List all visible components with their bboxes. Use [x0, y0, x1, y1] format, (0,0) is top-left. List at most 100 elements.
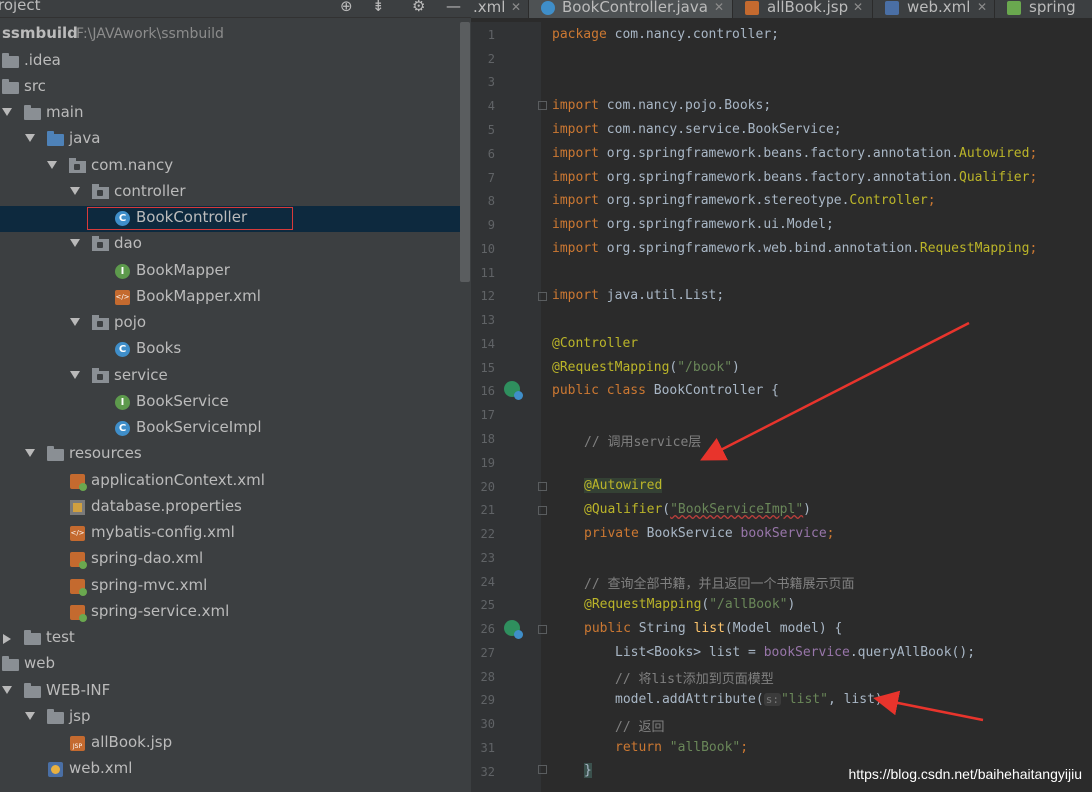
package-icon [92, 368, 109, 383]
tree-item-controller[interactable]: controller [0, 180, 460, 206]
tree-label: pojo [114, 313, 147, 331]
tree-label: BookServiceImpl [136, 418, 262, 436]
xml-file-icon: </> [115, 290, 130, 305]
tree-item-applicationcontext[interactable]: applicationContext.xml [0, 469, 460, 495]
tree-item-service[interactable]: service [0, 364, 460, 390]
tree-label: jsp [69, 707, 91, 725]
tree-item-web-xml[interactable]: web.xml [0, 757, 460, 783]
project-panel: roject ⊕ ⇟ ⚙ — ssmbuild F:\JAVAwork\ssmb… [0, 0, 471, 792]
tree-item-spring-dao[interactable]: spring-dao.xml [0, 547, 460, 573]
folder-icon [2, 53, 19, 68]
tree-item-jsp[interactable]: jsp [0, 705, 460, 731]
tree-label: service [114, 366, 168, 384]
chevron-down-icon[interactable] [70, 187, 80, 195]
tree-item-bookservice[interactable]: I BookService [0, 390, 460, 416]
folder-icon [24, 630, 41, 645]
folder-icon [24, 105, 41, 120]
selection-highlight-box [87, 207, 293, 230]
tree-item-dao[interactable]: dao [0, 232, 460, 258]
spring-xml-icon [70, 579, 87, 596]
chevron-down-icon[interactable] [47, 161, 57, 169]
tree-label: BookMapper.xml [136, 287, 261, 305]
tree-item-mybatis-config[interactable]: </> mybatis-config.xml [0, 521, 460, 547]
tree-label: dao [114, 234, 142, 252]
tree-item-books[interactable]: C Books [0, 337, 460, 363]
spring-xml-icon [70, 552, 87, 569]
tree-label: applicationContext.xml [91, 471, 265, 489]
tree-item-spring-mvc[interactable]: spring-mvc.xml [0, 574, 460, 600]
chevron-down-icon[interactable] [70, 318, 80, 326]
tree-label: spring-mvc.xml [91, 576, 208, 594]
folder-icon [24, 683, 41, 698]
arrow-to-list-arg [873, 690, 984, 722]
tree-label: mybatis-config.xml [91, 523, 235, 541]
locate-icon[interactable]: ⊕ [340, 0, 356, 15]
tree-item-main[interactable]: main [0, 101, 460, 127]
tree-item-allbook-jsp[interactable]: JSP allBook.jsp [0, 731, 460, 757]
arrow-to-autowired [700, 321, 970, 461]
tree-item-bookmapper-xml[interactable]: </> BookMapper.xml [0, 285, 460, 311]
tree-label: WEB-INF [46, 681, 111, 699]
package-icon [92, 315, 109, 330]
folder-icon [2, 79, 19, 94]
tree-label: test [46, 628, 75, 646]
tree-label: spring-service.xml [91, 602, 230, 620]
project-scrollbar[interactable] [460, 22, 470, 282]
tree-item-idea[interactable]: .idea [0, 49, 460, 75]
tree-item-bookserviceimpl[interactable]: C BookServiceImpl [0, 416, 460, 442]
chevron-down-icon[interactable] [2, 686, 12, 694]
tree-item-src[interactable]: src [0, 75, 460, 101]
chevron-down-icon[interactable] [70, 239, 80, 247]
collapse-icon[interactable]: ⇟ [372, 0, 388, 15]
class-icon: C [115, 421, 130, 436]
tree-label: java [69, 129, 101, 147]
folder-icon [47, 709, 64, 724]
tree-label: .idea [24, 51, 61, 69]
chevron-down-icon[interactable] [70, 371, 80, 379]
jsp-file-icon: JSP [70, 736, 85, 751]
tree-label: ssmbuild [2, 24, 78, 42]
tree-item-com-nancy[interactable]: com.nancy [0, 154, 460, 180]
tree-item-java[interactable]: java [0, 127, 460, 153]
tree-label: main [46, 103, 84, 121]
tree-item-web[interactable]: web [0, 652, 460, 678]
tree-label: web.xml [69, 759, 133, 777]
spring-xml-icon [70, 474, 87, 491]
minimize-icon[interactable]: — [446, 0, 462, 15]
chevron-down-icon[interactable] [2, 108, 12, 116]
annotation-arrows [700, 321, 984, 722]
tree-label: web [24, 654, 56, 672]
xml-file-icon: </> [70, 526, 85, 541]
class-icon: C [115, 342, 130, 357]
tree-label: resources [69, 444, 142, 462]
project-panel-title: roject [0, 0, 41, 14]
package-icon [92, 184, 109, 199]
tree-item-spring-service[interactable]: spring-service.xml [0, 600, 460, 626]
tree-item-pojo[interactable]: pojo [0, 311, 460, 337]
chevron-down-icon[interactable] [25, 449, 35, 457]
tree-item-web-inf[interactable]: WEB-INF [0, 679, 460, 705]
project-panel-header: roject ⊕ ⇟ ⚙ — [0, 0, 471, 18]
tree-label: allBook.jsp [91, 733, 173, 751]
tree-label: spring-dao.xml [91, 549, 204, 567]
watermark: https://blog.csdn.net/baihehaitangyijiu [848, 766, 1083, 782]
gear-icon[interactable]: ⚙ [412, 0, 428, 15]
tree-item-ssmbuild[interactable]: ssmbuild F:\JAVAwork\ssmbuild [0, 22, 460, 48]
tree-item-bookmapper[interactable]: I BookMapper [0, 259, 460, 285]
tree-path: F:\JAVAwork\ssmbuild [76, 26, 224, 42]
source-folder-icon [47, 131, 64, 146]
chevron-right-icon[interactable] [3, 634, 11, 644]
tree-item-database-properties[interactable]: database.properties [0, 495, 460, 521]
spring-xml-icon [70, 605, 87, 622]
chevron-down-icon[interactable] [25, 712, 35, 720]
editor-area: .xml ✕ BookController.java ✕ allBook.jsp… [471, 0, 1092, 792]
tree-item-resources[interactable]: resources [0, 442, 460, 468]
tree-label: Books [136, 339, 182, 357]
web-xml-icon [48, 762, 63, 777]
tree-label: database.properties [91, 497, 242, 515]
package-icon [92, 236, 109, 251]
chevron-down-icon[interactable] [25, 134, 35, 142]
interface-icon: I [115, 264, 130, 279]
tree-item-test[interactable]: test [0, 626, 460, 652]
tree-label: src [24, 77, 46, 95]
